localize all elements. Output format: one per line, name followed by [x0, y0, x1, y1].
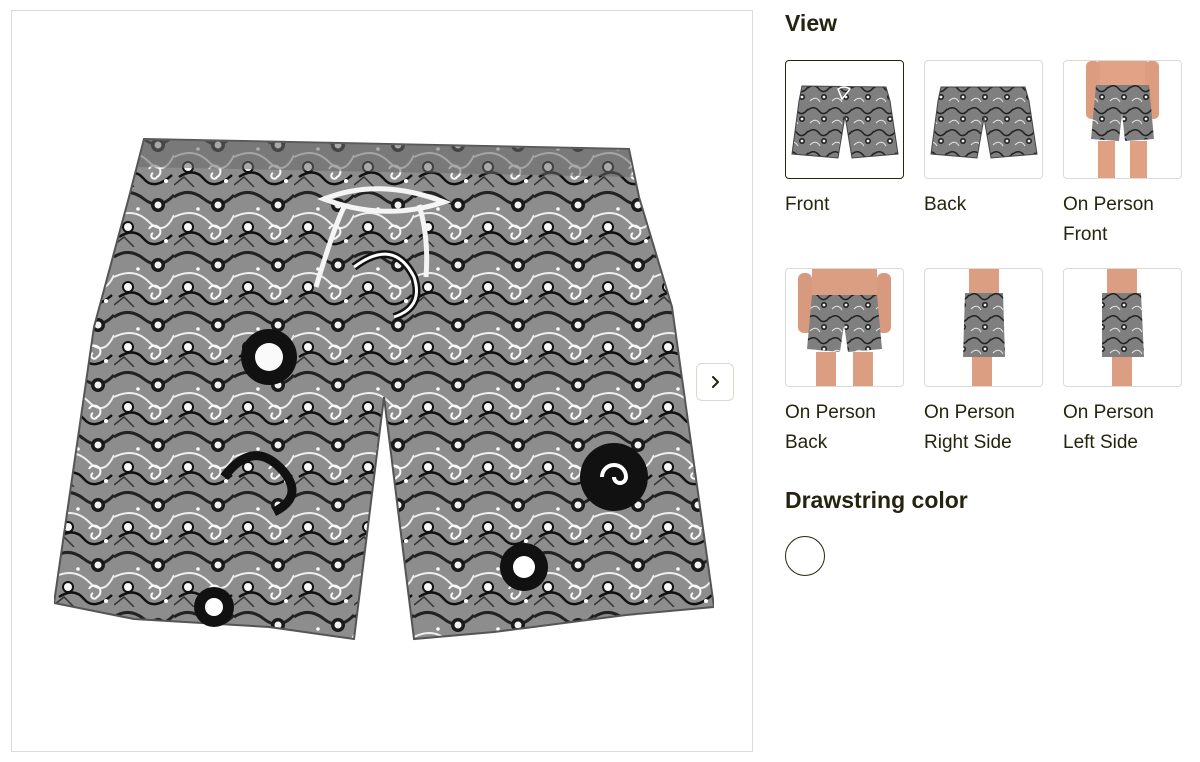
- view-option-label: On Person Right Side: [924, 402, 1015, 453]
- view-option-on-person-back[interactable]: On Person Back: [785, 268, 904, 458]
- model-right-side-image: [963, 269, 1005, 386]
- shorts-back-image: [930, 86, 1038, 159]
- thumbnail-frame: [924, 60, 1043, 179]
- view-heading: View: [785, 10, 837, 36]
- drawstring-color-swatch-white[interactable]: [785, 536, 825, 576]
- model-left-side-image: [1102, 269, 1144, 386]
- view-option-on-person-front[interactable]: On Person Front: [1063, 60, 1182, 250]
- thumbnail-frame: [924, 268, 1043, 387]
- thumbnail-frame: [785, 268, 904, 387]
- view-option-front[interactable]: Front: [785, 60, 904, 220]
- view-option-back[interactable]: Back: [924, 60, 1043, 220]
- thumbnail-frame: [1063, 268, 1182, 387]
- thumbnail-frame: [785, 60, 904, 179]
- main-product-image-frame: [11, 10, 753, 752]
- view-option-on-person-right-side[interactable]: On Person Right Side: [924, 268, 1043, 458]
- view-option-label: On Person Left Side: [1063, 402, 1154, 453]
- model-front-image: [1086, 61, 1159, 178]
- shorts-front-image: [791, 85, 899, 159]
- chevron-right-icon: [712, 376, 719, 388]
- next-image-button[interactable]: [696, 363, 734, 401]
- view-option-label: Front: [785, 194, 830, 215]
- thumbnail-frame: [1063, 60, 1182, 179]
- shorts-front-image: [54, 137, 714, 641]
- view-option-label: Back: [924, 194, 967, 215]
- view-option-label: On Person Back: [785, 402, 876, 453]
- view-option-on-person-left-side[interactable]: On Person Left Side: [1063, 268, 1182, 458]
- view-option-label: On Person Front: [1063, 194, 1154, 245]
- model-back-image: [798, 269, 891, 386]
- drawstring-color-heading: Drawstring color: [785, 487, 968, 513]
